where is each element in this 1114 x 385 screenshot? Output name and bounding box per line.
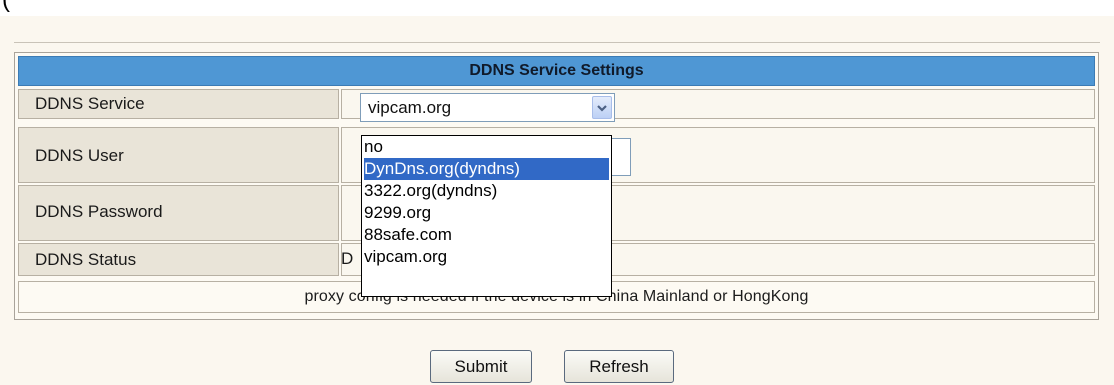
ddns-service-selected: vipcam.org (368, 98, 452, 117)
ddns-user-input[interactable] (611, 138, 631, 176)
divider (14, 42, 1100, 43)
option-9299[interactable]: 9299.org (362, 202, 611, 224)
option-vipcam[interactable]: vipcam.org (362, 246, 611, 268)
cropped-heading: ( (0, 0, 1114, 16)
row-label-ddns-user: DDNS User (18, 127, 339, 183)
chevron-down-icon[interactable] (592, 96, 612, 119)
cropped-heading-text: ( (2, 0, 10, 14)
row-label-ddns-password: DDNS Password (18, 185, 339, 241)
option-3322[interactable]: 3322.org(dyndns) (362, 180, 611, 202)
submit-button[interactable]: Submit (430, 350, 532, 383)
row-label-ddns-service: DDNS Service (18, 89, 339, 119)
ddns-status-value: D (341, 249, 354, 268)
refresh-button[interactable]: Refresh (564, 350, 674, 383)
row-label-ddns-status: DDNS Status (18, 243, 339, 276)
ddns-service-select[interactable]: vipcam.org (360, 93, 615, 122)
section-title: DDNS Service Settings (18, 56, 1095, 86)
option-88safe[interactable]: 88safe.com (362, 224, 611, 246)
ddns-service-options: no DynDns.org(dyndns) 3322.org(dyndns) 9… (361, 135, 612, 297)
option-no[interactable]: no (362, 136, 611, 158)
option-dyndns[interactable]: DynDns.org(dyndns) (364, 158, 609, 180)
